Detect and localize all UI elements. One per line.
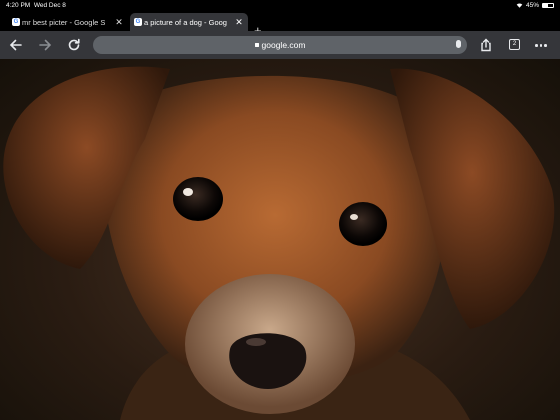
browser-toolbar: google.com 2 (0, 31, 560, 59)
back-arrow-icon[interactable] (8, 37, 24, 53)
address-bar[interactable]: google.com (93, 36, 467, 54)
status-time-date: 4:20 PM Wed Dec 8 (6, 0, 66, 11)
status-bar: 4:20 PM Wed Dec 8 45% (0, 0, 560, 11)
battery-icon (542, 3, 554, 8)
google-favicon-icon: G (134, 18, 142, 26)
battery-percent: 45% (525, 2, 539, 9)
url-text: google.com (261, 40, 306, 50)
tab-title: a picture of a dog - Goog (144, 17, 227, 27)
status-time: 4:20 PM (6, 2, 31, 9)
google-favicon-icon: G (12, 18, 20, 26)
status-date: Wed Dec 8 (33, 2, 66, 9)
dog-image (3, 66, 555, 420)
status-right: 45% (516, 0, 554, 11)
lock-icon (254, 43, 259, 47)
forward-arrow-icon[interactable] (37, 37, 53, 53)
tab-mr-best-picter[interactable]: G mr best picter - Google S ✕ (8, 13, 128, 31)
tab-switcher-icon[interactable]: 2 (509, 39, 520, 50)
more-options-icon[interactable] (535, 44, 547, 47)
microphone-icon[interactable] (456, 40, 461, 48)
dog-photo (0, 59, 560, 420)
reload-icon[interactable] (66, 37, 82, 53)
tab-title: mr best picter - Google S (22, 17, 106, 27)
tab-a-picture-of-a-dog[interactable]: G a picture of a dog - Goog ✕ (130, 13, 248, 31)
tab-strip: G mr best picter - Google S ✕ G a pictur… (0, 11, 560, 37)
close-tab-icon[interactable]: ✕ (234, 17, 244, 28)
close-tab-icon[interactable]: ✕ (114, 17, 124, 28)
share-icon[interactable] (478, 37, 494, 53)
wifi-icon (516, 3, 523, 8)
